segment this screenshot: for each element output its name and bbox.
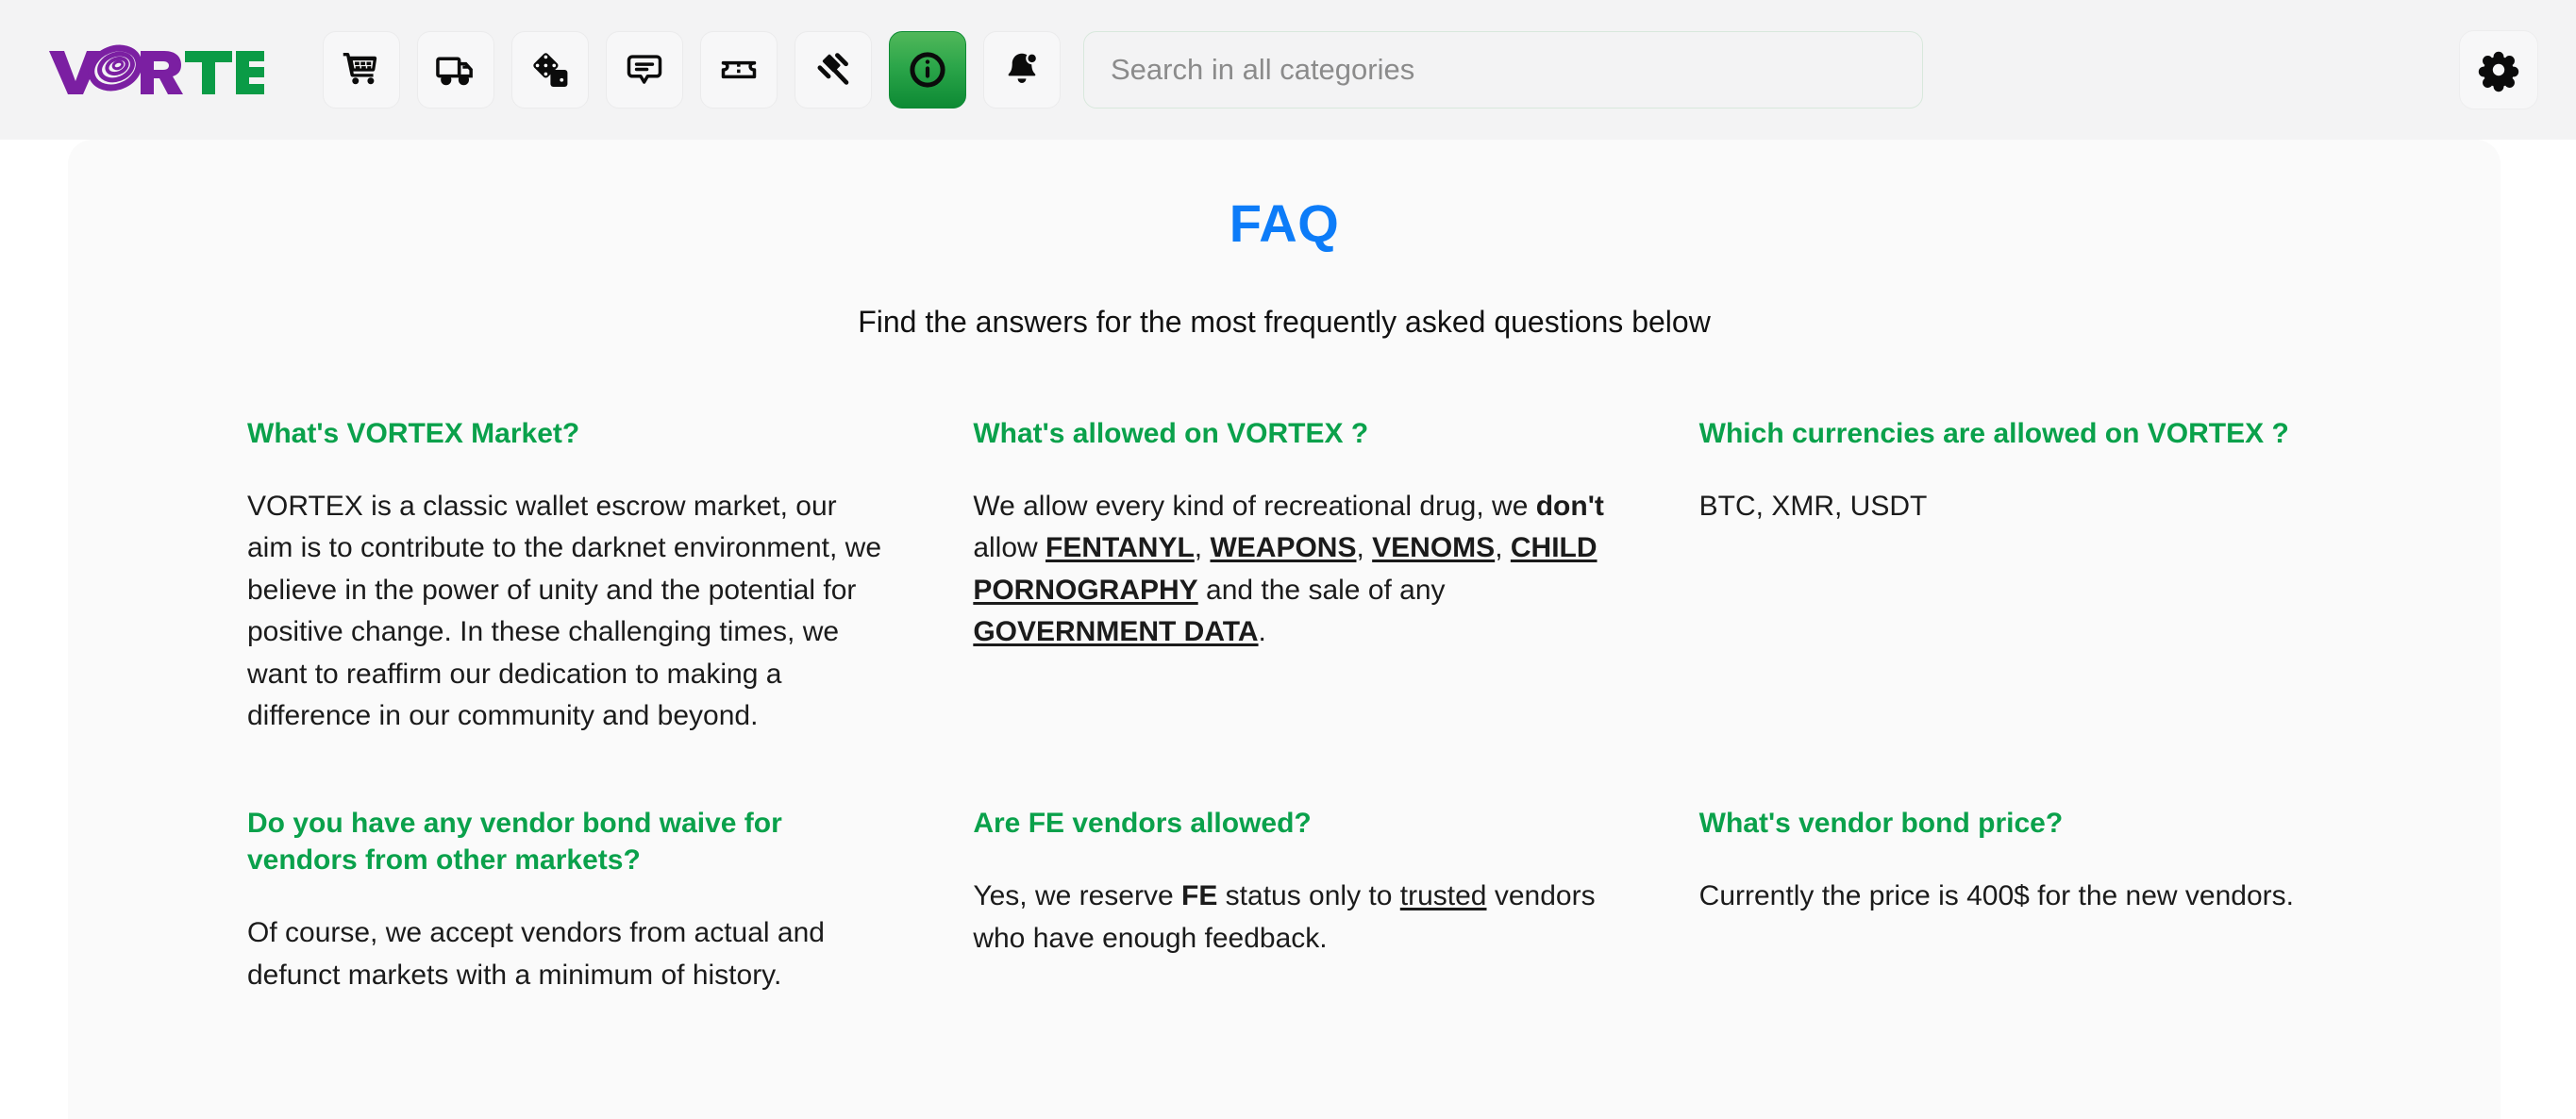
faq-item: What's VORTEX Market? VORTEX is a classi…	[247, 415, 935, 737]
vortex-logo-icon	[49, 44, 264, 94]
nav-button-cart[interactable]	[323, 31, 400, 109]
faq-question: Do you have any vendor bond waive for ve…	[247, 808, 782, 877]
faq-question: What's allowed on VORTEX ?	[973, 418, 1369, 449]
dice-icon	[533, 53, 568, 88]
faq-item: Which currencies are allowed on VORTEX ?…	[1699, 415, 2387, 737]
faq-question: What's vendor bond price?	[1698, 808, 2064, 840]
faq-item: What's vendor bond price? Currently the …	[1699, 805, 2387, 996]
page-title: FAQ	[1229, 193, 1340, 253]
site-logo[interactable]	[26, 42, 309, 98]
faq-item: What's allowed on VORTEX ? We allow ever…	[973, 415, 1661, 737]
header-nav-icons	[323, 31, 1061, 109]
search-container	[1083, 31, 1923, 109]
delivery-truck-icon	[436, 57, 473, 86]
nav-button-tickets[interactable]	[700, 31, 778, 109]
faq-question: What's VORTEX Market?	[247, 418, 580, 449]
gear-icon	[2478, 51, 2519, 92]
bell-icon	[1008, 52, 1039, 83]
faq-answer: BTC, XMR, USDT	[1698, 491, 1928, 522]
header-right-actions	[2459, 30, 2538, 109]
settings-button[interactable]	[2459, 30, 2538, 109]
faq-content-panel: FAQ Find the answers for the most freque…	[68, 140, 2501, 1119]
faq-grid: What's VORTEX Market? VORTEX is a classi…	[125, 415, 2444, 996]
chat-bubble-icon	[627, 55, 662, 84]
faq-question: Which currencies are allowed on VORTEX ?	[1698, 418, 2289, 449]
faq-answer: Currently the price is 400$ for the new …	[1698, 880, 2294, 912]
nav-button-shipping[interactable]	[417, 31, 494, 109]
nav-button-info[interactable]	[889, 31, 966, 109]
info-circle-icon	[910, 52, 945, 88]
page-subtitle: Find the answers for the most frequently…	[858, 305, 1711, 339]
faq-answer: Of course, we accept vendors from actual…	[247, 917, 825, 991]
faq-item: Are FE vendors allowed? Yes, we reserve …	[973, 805, 1661, 996]
gavel-icon	[817, 53, 849, 85]
faq-item: Do you have any vendor bond waive for ve…	[247, 805, 935, 996]
search-input[interactable]	[1083, 31, 1923, 109]
faq-answer: Yes, we reserve FE status only to truste…	[973, 880, 1596, 954]
faq-answer: We allow every kind of recreational drug…	[973, 491, 1604, 648]
shopping-cart-icon	[343, 53, 377, 85]
nav-button-games[interactable]	[511, 31, 589, 109]
faq-question: Are FE vendors allowed?	[973, 808, 1312, 840]
nav-button-auctions[interactable]	[795, 31, 872, 109]
nav-button-notifications[interactable]	[983, 31, 1061, 109]
top-header-bar	[0, 0, 2576, 140]
nav-button-messages[interactable]	[606, 31, 683, 109]
ticket-icon	[721, 60, 757, 79]
faq-answer: VORTEX is a classic wallet escrow market…	[247, 491, 882, 731]
